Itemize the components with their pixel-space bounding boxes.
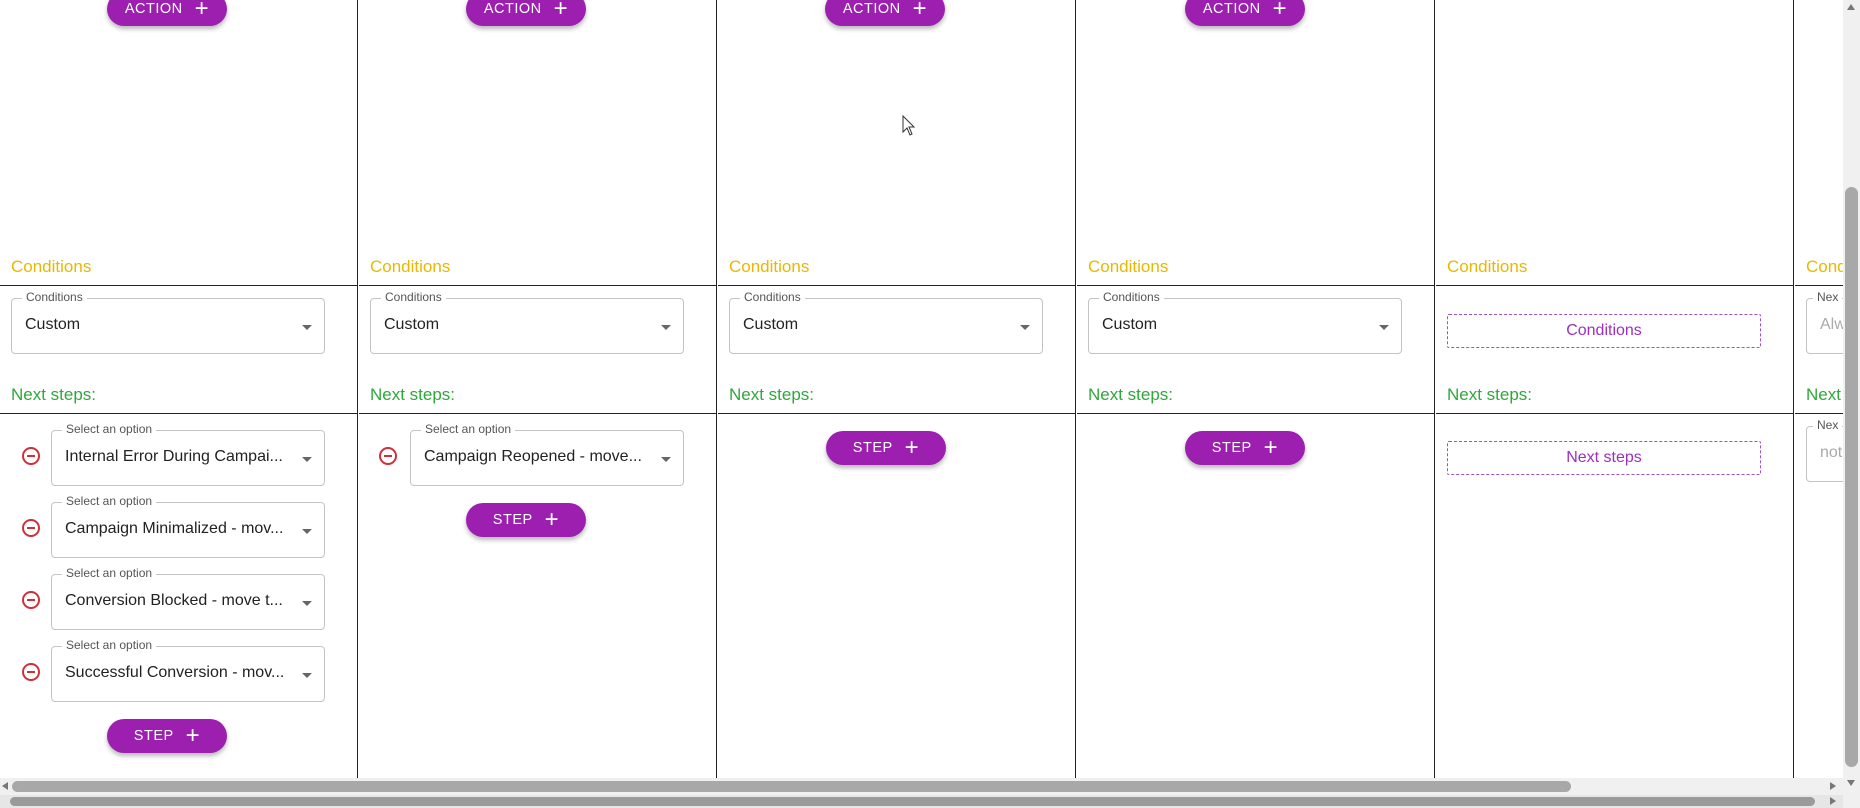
next-steps-heading: Next steps: (729, 385, 815, 404)
next-step-select[interactable]: Nex not (1806, 418, 1843, 482)
next-steps-heading: Next steps: (1088, 385, 1174, 404)
dropdown-caret-icon (1020, 325, 1030, 330)
divider (718, 285, 1075, 286)
step-column-1: ACTION + Conditions Conditions Custom Nex… (0, 0, 358, 778)
divider (0, 413, 357, 414)
divider (1436, 285, 1793, 286)
plus-icon: + (1263, 434, 1279, 461)
page-horizontal-scroll-thumb[interactable] (10, 797, 1815, 806)
plus-icon: + (553, 0, 569, 22)
conditions-heading: Conditions (729, 257, 810, 276)
next-step-select[interactable]: Select an option Successful Conversion -… (51, 638, 325, 702)
horizontal-scroll-thumb[interactable] (12, 781, 1571, 792)
add-step-button[interactable]: STEP + (466, 503, 586, 537)
remove-step-icon[interactable] (379, 447, 397, 465)
plus-icon: + (194, 0, 210, 22)
divider (359, 285, 716, 286)
add-action-button[interactable]: ACTION + (825, 0, 945, 26)
plus-icon: + (544, 506, 560, 533)
step-column-6: Cond Nex Alw Next Nex not (1795, 0, 1843, 778)
conditions-heading: Conditions (1447, 257, 1528, 276)
dropdown-caret-icon (302, 529, 312, 534)
step-column-3: ACTION + Conditions Conditions Custom Nex… (718, 0, 1076, 778)
scroll-up-icon[interactable] (1847, 4, 1855, 10)
conditions-select[interactable]: Conditions Custom (1088, 290, 1402, 354)
divider (1795, 285, 1843, 286)
dropdown-caret-icon (302, 457, 312, 462)
next-steps-heading: Next (1806, 385, 1841, 404)
next-steps-dropzone[interactable]: Next steps (1447, 441, 1761, 475)
conditions-select[interactable]: Conditions Custom (11, 290, 325, 354)
conditions-dropzone[interactable]: Conditions (1447, 314, 1761, 348)
next-step-select[interactable]: Select an option Internal Error During C… (51, 422, 325, 486)
plus-icon: + (185, 722, 201, 749)
conditions-select[interactable]: Conditions Custom (370, 290, 684, 354)
add-action-button[interactable]: ACTION + (466, 0, 586, 26)
scroll-right-icon[interactable] (1830, 782, 1836, 790)
plus-icon: + (904, 434, 920, 461)
divider (359, 413, 716, 414)
remove-step-icon[interactable] (22, 663, 40, 681)
remove-step-icon[interactable] (22, 591, 40, 609)
dropdown-caret-icon (1379, 325, 1389, 330)
add-action-button[interactable]: ACTION + (1185, 0, 1305, 26)
divider (1077, 285, 1434, 286)
vertical-scrollbar[interactable] (1843, 0, 1860, 808)
conditions-heading: Conditions (1088, 257, 1169, 276)
scroll-down-icon[interactable] (1847, 780, 1855, 786)
plus-icon: + (1272, 0, 1288, 22)
divider (718, 413, 1075, 414)
dropdown-caret-icon (661, 457, 671, 462)
divider (0, 285, 357, 286)
conditions-heading: Conditions (11, 257, 92, 276)
conditions-heading: Conditions (370, 257, 451, 276)
dropdown-caret-icon (661, 325, 671, 330)
vertical-scroll-thumb[interactable] (1845, 187, 1858, 767)
horizontal-scrollbar[interactable] (0, 778, 1843, 795)
step-column-2: ACTION + Conditions Conditions Custom Nex… (359, 0, 717, 778)
divider (1077, 413, 1434, 414)
conditions-select[interactable]: Conditions Custom (729, 290, 1043, 354)
next-steps-heading: Next steps: (11, 385, 97, 404)
next-step-select[interactable]: Select an option Conversion Blocked - mo… (51, 566, 325, 630)
conditions-select[interactable]: Nex Alw (1806, 290, 1843, 354)
scroll-left-icon[interactable] (2, 782, 8, 790)
plus-icon: + (912, 0, 928, 22)
remove-step-icon[interactable] (22, 519, 40, 537)
add-step-button[interactable]: STEP + (1185, 431, 1305, 465)
divider (1436, 413, 1793, 414)
next-steps-heading: Next steps: (370, 385, 456, 404)
scroll-right-icon[interactable] (1830, 797, 1836, 805)
next-step-select[interactable]: Select an option Campaign Reopened - mov… (410, 422, 684, 486)
add-step-button[interactable]: STEP + (107, 719, 227, 753)
page-horizontal-scrollbar[interactable] (0, 795, 1843, 808)
add-step-button[interactable]: STEP + (826, 431, 946, 465)
step-column-5: Conditions Conditions Next steps: Next s… (1436, 0, 1794, 778)
conditions-heading: Cond (1806, 257, 1843, 276)
dropdown-caret-icon (302, 673, 312, 678)
divider (1795, 413, 1843, 414)
next-steps-heading: Next steps: (1447, 385, 1533, 404)
dropdown-caret-icon (302, 601, 312, 606)
remove-step-icon[interactable] (22, 447, 40, 465)
workflow-board: ACTION + Conditions Conditions Custom Nex… (0, 0, 1843, 778)
mouse-cursor-icon (902, 115, 916, 136)
dropdown-caret-icon (302, 325, 312, 330)
add-action-button[interactable]: ACTION + (107, 0, 227, 26)
next-step-select[interactable]: Select an option Campaign Minimalized - … (51, 494, 325, 558)
step-column-4: ACTION + Conditions Conditions Custom Nex… (1077, 0, 1435, 778)
